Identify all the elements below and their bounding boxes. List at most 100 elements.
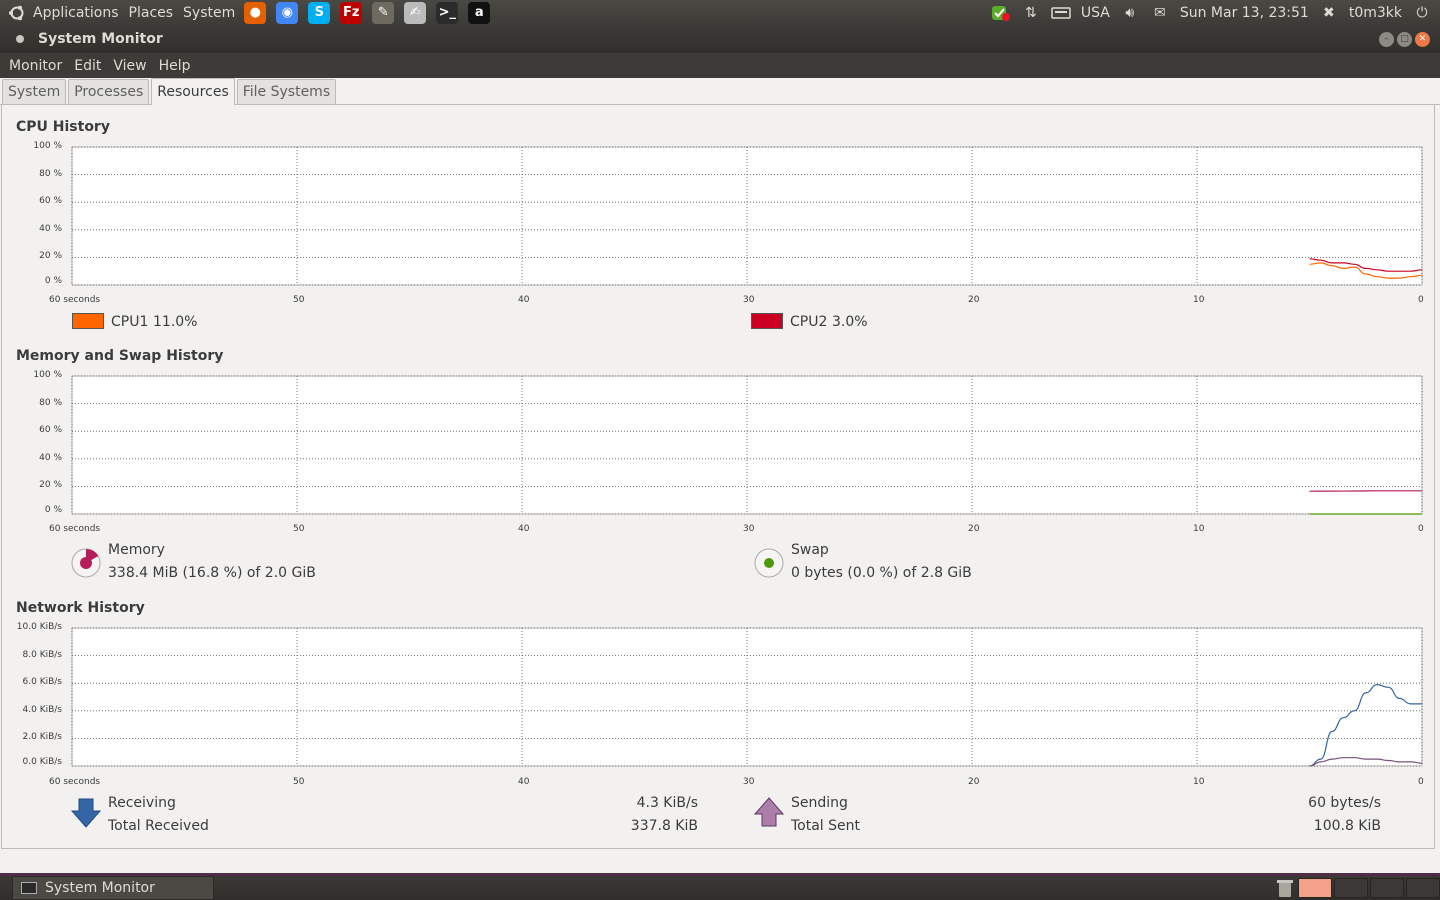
menu-view[interactable]: View [107,58,152,74]
places-menu[interactable]: Places [124,5,179,21]
y-tick-label: 8.0 KiB/s [22,649,62,660]
tab-file-systems[interactable]: File Systems [236,79,337,104]
window-titlebar[interactable]: System Monitor – □ ✕ [0,25,1440,53]
x-tick-label: 30 [743,524,755,534]
x-tick-label: 20 [968,524,980,534]
workspace-3[interactable] [1370,878,1404,898]
y-tick-label: 80 % [39,168,62,179]
gimp-icon[interactable]: ✎ [372,1,395,24]
workspace-1[interactable] [1298,878,1332,898]
x-tick-label: 0 [1418,295,1424,305]
y-tick-label: 80 % [39,397,62,408]
x-tick-label: 40 [518,777,530,787]
receiving-value: 4.3 KiB/s [636,795,698,811]
receiving-arrow-icon[interactable] [70,797,102,829]
y-tick-label: 40 % [39,223,62,234]
y-tick-label: 10.0 KiB/s [16,622,62,632]
cpu2-color-swatch[interactable] [751,313,783,329]
tab-processes[interactable]: Processes [68,79,150,104]
menubar: Monitor Edit View Help [0,53,1440,78]
terminal-icon[interactable]: >_ [436,1,459,24]
x-tick-label: 0 [1418,524,1424,534]
chrome-icon[interactable]: ◉ [276,1,299,24]
filezilla-icon[interactable]: Fz [340,1,363,24]
menu-monitor[interactable]: Monitor [3,58,68,74]
x-tick-label: 20 [968,777,980,787]
x-tick-label: 40 [518,295,530,305]
workspace-2[interactable] [1334,878,1368,898]
close-icon[interactable]: ✕ [1415,31,1430,47]
resources-panel: CPU History 100 % 80 % 60 % 40 % 20 % 0 % 60 … [1,105,1435,849]
skype-icon[interactable]: S [308,1,331,24]
menu-edit[interactable]: Edit [68,58,107,74]
maximize-icon[interactable]: □ [1397,31,1412,47]
swap-pie-icon[interactable] [753,547,785,579]
swap-value: 0 bytes (0.0 %) of 2.8 GiB [791,565,972,581]
trash-icon[interactable] [1276,878,1294,898]
sending-arrow-icon[interactable] [753,797,785,829]
top-panel: Applications Places System ● ◉ S Fz ✎ ✍ >_ a ⇅ … [0,0,1440,25]
window-menu-icon[interactable] [16,35,24,43]
applications-menu[interactable]: Applications [28,5,124,21]
taskbar-system-monitor[interactable]: System Monitor [12,876,214,900]
x-tick-label: 60 seconds [49,524,101,534]
keyboard-layout-label[interactable]: USA [1081,5,1110,21]
memory-pie-icon[interactable] [70,547,102,579]
menu-help[interactable]: Help [153,58,197,74]
window-title: System Monitor [38,31,163,47]
y-tick-label: 2.0 KiB/s [22,732,62,743]
y-tick-label: 100 % [33,141,62,151]
x-tick-label: 20 [968,295,980,305]
x-tick-label: 60 seconds [49,777,101,787]
cpu1-color-swatch[interactable] [72,313,104,329]
system-tray: ⇅ USA 🔊︎ ✉ Sun Mar 13, 23:51 ✖ t0m3kk ⏻ [991,4,1440,22]
y-tick-label: 60 % [39,196,62,207]
x-tick-label: 40 [518,524,530,534]
memory-label: Memory [108,542,165,558]
amarok-icon[interactable]: a [468,1,491,24]
cpu1-label: CPU1 [111,314,149,330]
clock[interactable]: Sun Mar 13, 23:51 [1180,5,1309,21]
update-notifier-icon[interactable] [991,4,1011,22]
minimize-icon[interactable]: – [1379,31,1394,47]
network-history-title: Network History [16,600,145,616]
power-icon[interactable]: ⏻ [1412,4,1432,22]
swap-label: Swap [791,542,829,558]
workspace-4[interactable] [1406,878,1440,898]
memory-history-title: Memory and Swap History [16,348,224,364]
taskbar-label: System Monitor [45,880,155,896]
tab-system[interactable]: System [2,79,67,104]
x-tick-label: 50 [293,777,305,787]
y-tick-label: 0 % [44,505,62,515]
system-monitor-icon [21,882,37,894]
network-history-graph [71,627,1423,767]
x-tick-label: 30 [743,295,755,305]
network-arrows-icon[interactable]: ⇅ [1021,4,1041,22]
firefox-icon[interactable]: ● [244,1,267,24]
y-tick-label: 20 % [39,480,62,491]
x-tick-label: 0 [1418,777,1424,787]
keyboard-icon[interactable] [1051,4,1071,22]
y-tick-label: 40 % [39,452,62,463]
cpu-history-title: CPU History [16,119,110,135]
x-tick-label: 30 [743,777,755,787]
total-received-value: 337.8 KiB [630,818,698,834]
x-tick-label: 10 [1193,777,1205,787]
username[interactable]: t0m3kk [1349,5,1402,21]
ubuntu-logo-icon[interactable] [6,2,28,24]
total-sent-value: 100.8 KiB [1313,818,1381,834]
text-editor-icon[interactable]: ✍ [404,1,427,24]
volume-icon[interactable]: 🔊︎ [1120,4,1140,22]
x-tick-label: 10 [1193,524,1205,534]
y-tick-label: 4.0 KiB/s [22,704,62,715]
total-received-label: Total Received [108,818,209,834]
x-tick-label: 50 [293,524,305,534]
y-tick-label: 20 % [39,251,62,262]
tab-resources[interactable]: Resources [151,78,235,105]
user-status-icon[interactable]: ✖ [1319,4,1339,22]
memory-value: 338.4 MiB (16.8 %) of 2.0 GiB [108,565,316,581]
x-tick-label: 10 [1193,295,1205,305]
cpu2-value: 3.0% [832,314,868,330]
mail-icon[interactable]: ✉ [1150,4,1170,22]
system-menu[interactable]: System [178,5,240,21]
